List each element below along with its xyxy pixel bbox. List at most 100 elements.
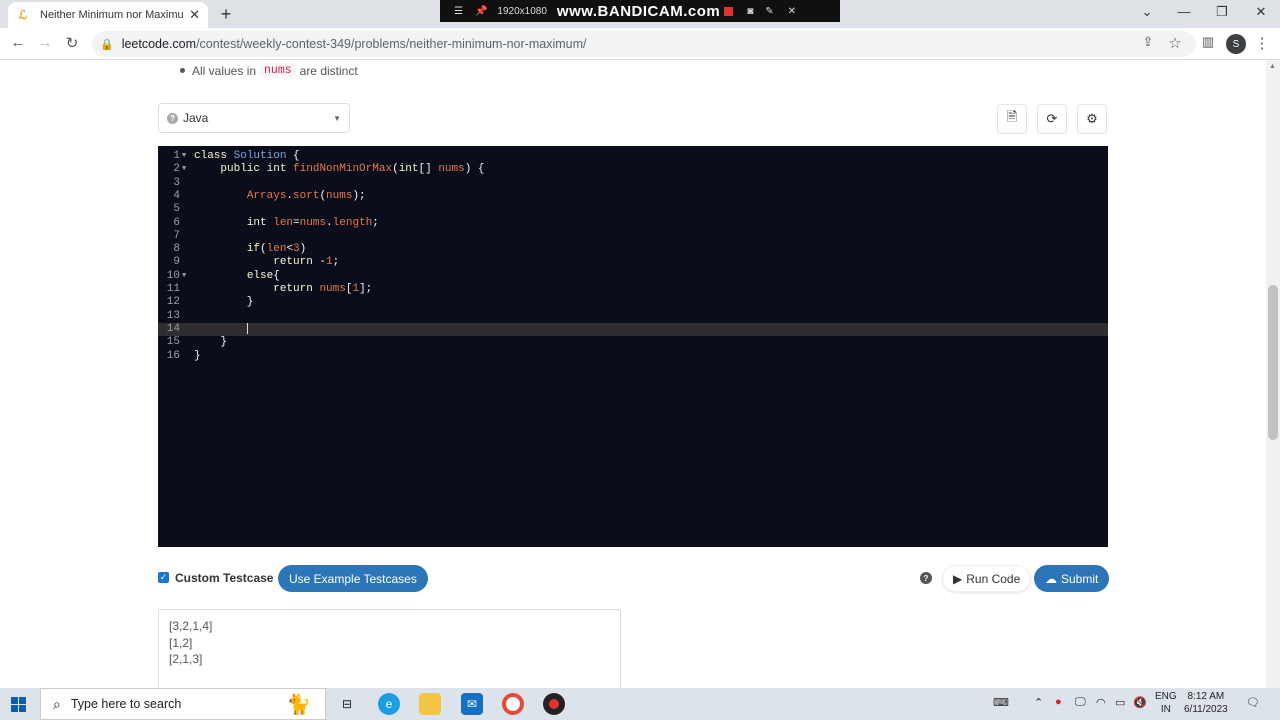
language-code: ENG — [1155, 691, 1177, 702]
taskbar-search[interactable]: ⌕ Type here to search 🐈 — [40, 688, 326, 720]
file-explorer-icon[interactable] — [419, 693, 441, 715]
region-code: IN — [1160, 704, 1171, 715]
gear-icon: ⚙ — [1086, 111, 1098, 126]
document-icon: 🗎 — [1006, 109, 1018, 124]
bookmark-star-icon[interactable]: ☆ — [1165, 34, 1185, 52]
code-editor[interactable]: 1 ▼ class Solution { 2 ▼ public int findNon… — [158, 146, 1108, 547]
constraint-suffix: are distinct — [299, 63, 358, 78]
custom-testcase-label: Custom Testcase — [175, 571, 274, 585]
tab-search-icon[interactable]: ⌄ — [1137, 4, 1157, 20]
recording-resolution: 1920x1080 — [497, 5, 547, 17]
record-stop-icon[interactable] — [724, 6, 734, 16]
keyboard-icon[interactable]: ⌨ — [993, 696, 1009, 709]
constraint-item: All values in nums are distinct — [180, 63, 358, 78]
clock-date: 6/11/2023 — [1184, 704, 1228, 715]
code-line: 10 ▼ else{ — [166, 269, 280, 282]
search-icon: ⌕ — [53, 695, 61, 712]
language-value: Java — [183, 111, 209, 125]
language-select[interactable]: ? Java ▼ — [158, 103, 350, 133]
url-field[interactable]: 🔒 leetcode.com/contest/weekly-contest-34… — [92, 31, 1196, 57]
testcase-line: [1,2] — [169, 635, 193, 650]
pin-icon[interactable]: 📌 — [475, 6, 487, 17]
camera-icon[interactable]: ◙ — [747, 6, 753, 17]
taskbar-search-placeholder: Type here to search — [70, 697, 182, 711]
testcase-line: [3,2,1,4] — [169, 619, 213, 633]
code-line: 9 return -1; — [173, 256, 340, 269]
maximize-icon[interactable]: ❐ — [1212, 4, 1232, 20]
code-line: 12 } — [166, 296, 254, 309]
record-icon[interactable]: ● — [1055, 696, 1062, 708]
share-icon[interactable]: ⇪ — [1138, 34, 1158, 50]
bullet-dot — [180, 68, 185, 73]
notifications-icon[interactable]: 🗨 — [1246, 696, 1260, 709]
forward-icon[interactable]: → — [35, 34, 55, 51]
notes-button[interactable]: 🗎 — [997, 104, 1027, 134]
cloud-upload-icon: ☁ — [1045, 571, 1057, 586]
code-line: 5 — [173, 203, 180, 216]
windows-start-icon[interactable] — [11, 697, 26, 712]
custom-testcase-checkbox[interactable]: ✓ — [158, 572, 169, 583]
close-recorder-icon[interactable]: ✕ — [788, 6, 796, 17]
pencil-icon[interactable]: ✎ — [765, 6, 773, 17]
task-view-icon[interactable]: ⊟ — [336, 693, 358, 715]
clock-time: 8:12 AM — [1187, 691, 1225, 702]
submit-button[interactable]: ☁ Submit — [1034, 565, 1110, 592]
code-line: 4 Arrays.sort(nums); — [173, 189, 366, 202]
new-tab-button[interactable]: + — [216, 4, 236, 25]
submit-label: Submit — [1061, 571, 1099, 586]
page-content: All values in nums are distinct ? Java ▼… — [0, 60, 1266, 689]
system-clock[interactable]: 8:12 AM 6/11/2023 — [1184, 690, 1228, 716]
wifi-icon[interactable]: ◠ — [1096, 696, 1106, 709]
menu-icon[interactable]: ☰ — [454, 6, 463, 17]
lock-icon: 🔒 — [100, 38, 114, 51]
chevron-up-icon[interactable]: ⌃ — [1034, 696, 1043, 709]
code-line: 11 return nums[1]; — [166, 283, 373, 295]
side-panel-icon[interactable]: ▥ — [1198, 34, 1218, 50]
battery-icon[interactable]: ▭ — [1115, 696, 1125, 709]
close-tab-icon[interactable]: ✕ — [189, 7, 200, 23]
browser-tab-bar: ℒ Neither Minimum nor Maximum ✕ + ☰ 📌 19… — [0, 0, 1280, 28]
minimize-icon[interactable]: — — [1174, 4, 1194, 19]
address-bar-row: ← → ↻ 🔒 leetcode.com/contest/weekly-cont… — [0, 28, 1280, 60]
help-icon: ? — [167, 112, 178, 124]
constraint-code: nums — [260, 63, 296, 78]
testcase-line: [2,1,3] — [169, 652, 203, 666]
browser-menu-icon[interactable]: ⋮ — [1252, 34, 1272, 52]
run-code-label: Run Code — [966, 571, 1021, 586]
network-icon[interactable]: 🖵 — [1075, 696, 1086, 709]
url-path: /contest/weekly-contest-349/problems/nei… — [196, 37, 587, 51]
input-language[interactable]: ENG IN — [1155, 690, 1177, 716]
code-line: 15 } — [166, 336, 228, 349]
speaker-muted-icon[interactable]: 🔇 — [1133, 696, 1147, 709]
scroll-up-icon[interactable]: ▲ — [1269, 63, 1276, 70]
testcase-input[interactable]: [3,2,1,4] [1,2] [2,1,3] — [158, 609, 621, 689]
profile-avatar[interactable]: S — [1226, 34, 1246, 54]
reload-icon[interactable]: ↻ — [62, 34, 82, 52]
back-icon[interactable]: ← — [8, 34, 28, 51]
constraint-prefix: All values in — [192, 63, 257, 78]
reset-code-button[interactable]: ⟳ — [1037, 104, 1067, 134]
chrome-icon[interactable] — [502, 693, 524, 715]
refresh-icon: ⟳ — [1046, 111, 1058, 126]
tab-title: Neither Minimum nor Maximum — [40, 9, 184, 21]
edge-browser-icon[interactable]: e — [378, 693, 400, 715]
editor-settings-button[interactable]: ⚙ — [1077, 104, 1107, 134]
scrollbar-thumb[interactable] — [1268, 285, 1278, 440]
use-example-testcases-button[interactable]: Use Example Testcases — [278, 565, 428, 592]
code-line: 8 if(len<3) — [173, 243, 307, 256]
mail-icon[interactable]: ✉ — [461, 693, 483, 715]
help-icon[interactable]: ? — [920, 572, 932, 584]
code-line: 6 int len=nums.length; — [173, 216, 379, 229]
code-line: 16} — [166, 349, 201, 362]
bandicam-app-icon[interactable] — [543, 693, 565, 715]
code-line: 3 — [173, 176, 180, 189]
text-cursor — [246, 322, 248, 334]
code-line: 7 — [173, 229, 180, 242]
run-code-button[interactable]: ▶ Run Code — [942, 565, 1032, 592]
browser-tab[interactable]: ℒ Neither Minimum nor Maximum ✕ — [8, 2, 208, 28]
url-host: leetcode.com — [121, 37, 197, 51]
close-window-icon[interactable]: ✕ — [1251, 4, 1271, 20]
leetcode-favicon-icon: ℒ — [18, 8, 28, 22]
code-line: 2 ▼ public int findNonMinOrMax(int[] nums… — [173, 163, 485, 176]
page-scrollbar[interactable]: ▲ — [1266, 60, 1280, 688]
